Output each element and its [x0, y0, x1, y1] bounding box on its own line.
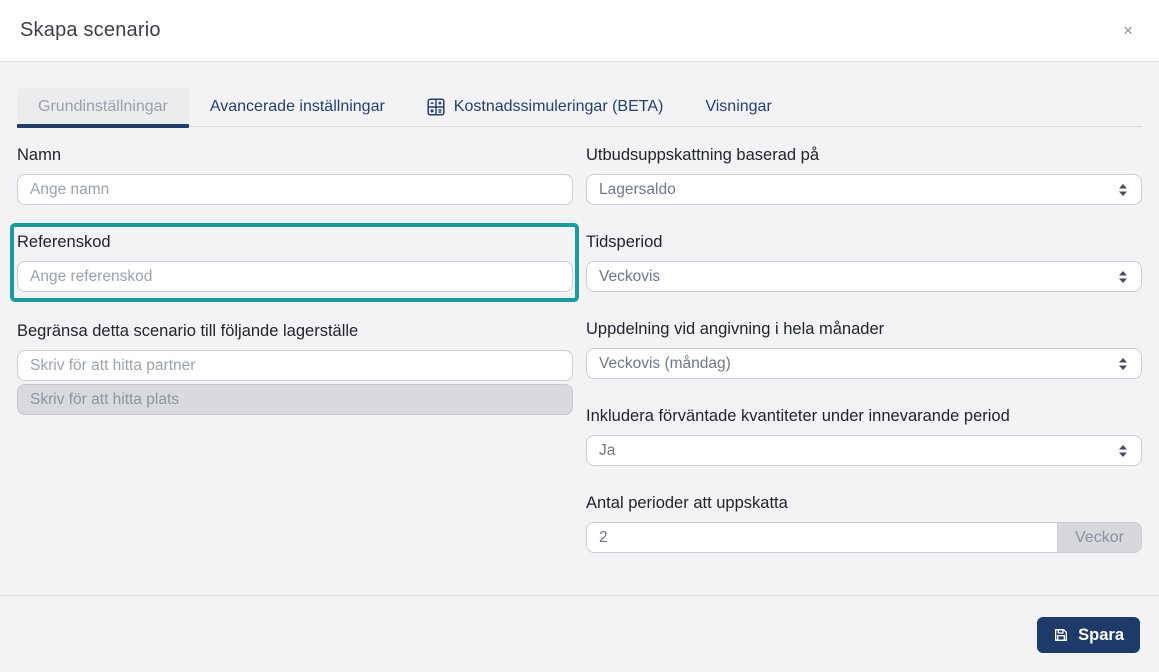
- modal-title: Skapa scenario: [20, 19, 161, 41]
- tidsperiod-selected-value: Veckovis: [599, 267, 661, 285]
- referenskod-highlight-box: Referenskod: [10, 223, 579, 302]
- modal-header: Skapa scenario ×: [0, 0, 1159, 62]
- create-scenario-modal: Skapa scenario × Grundinställningar Avan…: [0, 0, 1159, 672]
- up-down-arrows-icon: [1118, 444, 1128, 457]
- tab-avancerade-installningar[interactable]: Avancerade inställningar: [189, 88, 406, 126]
- up-down-arrows-icon: [1118, 270, 1128, 283]
- unit-addon: Veckor: [1057, 522, 1142, 553]
- inkludera-select[interactable]: Ja: [586, 435, 1142, 466]
- uppdelning-selected-value: Veckovis (måndag): [599, 354, 731, 372]
- save-button[interactable]: Spara: [1037, 617, 1140, 653]
- save-button-label: Spara: [1078, 625, 1124, 644]
- tab-label: Visningar: [705, 98, 772, 115]
- uppdelning-select[interactable]: Veckovis (måndag): [586, 348, 1142, 379]
- plats-search-input: [17, 384, 573, 415]
- inkludera-selected-value: Ja: [599, 441, 616, 459]
- field-antal-perioder: Antal perioder att uppskatta Veckor: [586, 492, 1142, 553]
- field-lagerstalle: Begränsa detta scenario till följande la…: [17, 320, 573, 415]
- referenskod-label: Referenskod: [17, 233, 111, 251]
- tab-kostnadssimuleringar[interactable]: Kostnadssimuleringar (BETA): [406, 88, 685, 126]
- tab-bar: Grundinställningar Avancerade inställnin…: [17, 88, 1142, 128]
- close-icon: ×: [1123, 21, 1133, 40]
- up-down-arrows-icon: [1118, 357, 1128, 370]
- namn-input[interactable]: [17, 174, 573, 205]
- field-uppdelning: Uppdelning vid angivning i hela månader …: [586, 318, 1142, 379]
- tab-label: Grundinställningar: [38, 98, 168, 115]
- tidsperiod-label: Tidsperiod: [586, 233, 663, 251]
- field-namn: Namn: [17, 144, 573, 205]
- floppy-disk-icon: [1053, 627, 1069, 643]
- modal-footer: Spara: [0, 595, 1159, 672]
- form-left-column: Namn Referenskod Begränsa detta scenario…: [10, 144, 579, 579]
- tidsperiod-select[interactable]: Veckovis: [586, 261, 1142, 292]
- form-right-column: Utbudsuppskattning baserad på Lagersaldo…: [586, 144, 1142, 579]
- field-utbud: Utbudsuppskattning baserad på Lagersaldo: [586, 144, 1142, 205]
- field-inkludera: Inkludera förväntade kvantiteter under i…: [586, 405, 1142, 466]
- tab-visningar[interactable]: Visningar: [684, 88, 792, 126]
- partner-search-input[interactable]: [17, 350, 573, 381]
- calculator-icon: [427, 98, 445, 116]
- modal-body: Grundinställningar Avancerade inställnin…: [0, 62, 1159, 595]
- close-button[interactable]: ×: [1117, 18, 1139, 43]
- namn-label: Namn: [17, 146, 62, 164]
- inkludera-label: Inkludera förväntade kvantiteter under i…: [586, 407, 1010, 425]
- antal-perioder-label: Antal perioder att uppskatta: [586, 494, 788, 512]
- lagerstalle-label: Begränsa detta scenario till följande la…: [17, 322, 359, 340]
- utbud-label: Utbudsuppskattning baserad på: [586, 146, 819, 164]
- utbud-select[interactable]: Lagersaldo: [586, 174, 1142, 205]
- field-referenskod: Referenskod: [17, 231, 573, 292]
- antal-perioder-group: Veckor: [586, 522, 1142, 553]
- scenario-form: Namn Referenskod Begränsa detta scenario…: [0, 127, 1159, 579]
- tab-label: Kostnadssimuleringar (BETA): [453, 98, 664, 115]
- tab-grundinstallningar[interactable]: Grundinställningar: [17, 88, 189, 128]
- referenskod-input[interactable]: [17, 261, 573, 292]
- field-tidsperiod: Tidsperiod Veckovis: [586, 231, 1142, 292]
- antal-perioder-input[interactable]: [586, 522, 1058, 553]
- up-down-arrows-icon: [1118, 183, 1128, 196]
- utbud-selected-value: Lagersaldo: [599, 180, 676, 198]
- tab-label: Avancerade inställningar: [209, 98, 385, 115]
- uppdelning-label: Uppdelning vid angivning i hela månader: [586, 320, 885, 338]
